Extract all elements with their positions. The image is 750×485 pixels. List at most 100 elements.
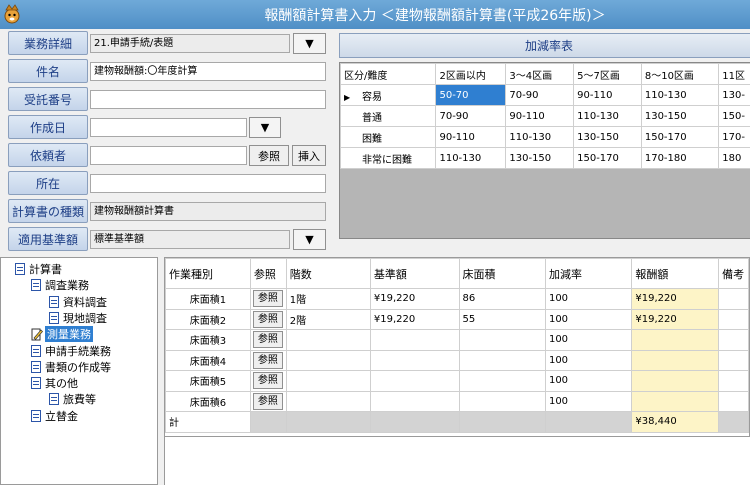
remarks-cell[interactable]	[718, 308, 749, 330]
rate-cell[interactable]: 180	[718, 147, 750, 169]
remarks-cell[interactable]	[718, 390, 749, 412]
rate-header-cell: 8～10区画	[640, 63, 720, 85]
business-detail-dropdown-button[interactable]: ▼	[293, 33, 326, 54]
work-header-cell: 報酬額	[631, 258, 720, 289]
base-amount-cell[interactable]	[369, 370, 460, 392]
rate-row-label-cell[interactable]: 普通	[340, 105, 437, 127]
rate-table-row[interactable]: 困難 90-110 110-130 130-150 150-170 170-	[340, 126, 750, 148]
remarks-cell[interactable]	[718, 288, 749, 310]
rate-cell[interactable]: 90-110	[505, 105, 575, 127]
tree-item[interactable]: 立替金	[31, 408, 78, 424]
rate-cell[interactable]: 110-130	[435, 147, 507, 169]
rate-cell[interactable]: 90-110	[435, 126, 507, 148]
base-amount-cell[interactable]: ¥19,220	[369, 308, 460, 330]
floor-area-cell[interactable]	[458, 349, 546, 371]
rate-cell[interactable]: 100	[544, 390, 633, 412]
rate-cell[interactable]: 130-150	[505, 147, 575, 169]
case-name-field[interactable]: 建物報酬額:〇年度計算	[90, 62, 326, 81]
floor-area-cell[interactable]: 55	[458, 308, 546, 330]
location-field[interactable]	[90, 174, 326, 193]
work-header-cell: 床面積	[458, 258, 546, 289]
rate-cell[interactable]: 150-170	[573, 147, 642, 169]
client-insert-button[interactable]: 挿入	[292, 145, 326, 166]
tree-item[interactable]: 測量業務	[31, 326, 93, 343]
work-grid-header-row: 作業種別 参照 階数 基準額 床面積 加減率 報酬額 備考	[165, 258, 749, 289]
standard-field[interactable]: 標準基準額	[90, 230, 290, 249]
document-icon	[31, 344, 41, 357]
tree-item[interactable]: 計算書	[15, 261, 62, 277]
tree-item[interactable]: 現地調査	[49, 310, 107, 326]
rate-cell[interactable]: 170-180	[640, 147, 720, 169]
rate-table-row[interactable]: ▶ 容易 50-70 70-90 90-110 110-130 130-	[340, 84, 750, 106]
created-date-field[interactable]	[90, 118, 247, 137]
tree-item[interactable]: 調査業務	[31, 277, 89, 293]
floor-area-cell[interactable]	[458, 329, 546, 351]
receipt-no-field[interactable]	[90, 90, 326, 109]
tree-item[interactable]: 資料調査	[49, 294, 107, 310]
rate-cell[interactable]: 150-170	[640, 126, 720, 148]
rate-row-label-cell[interactable]: 困難	[340, 126, 437, 148]
base-amount-cell[interactable]: ¥19,220	[369, 288, 460, 310]
client-field[interactable]	[90, 146, 247, 165]
rate-cell[interactable]: 130-	[718, 84, 750, 106]
work-type-cell: 床面積2	[165, 308, 251, 330]
base-amount-cell[interactable]	[369, 349, 460, 371]
rate-cell[interactable]: 110-130	[573, 105, 642, 127]
client-reference-button[interactable]: 参照	[249, 145, 289, 166]
floors-cell[interactable]	[285, 370, 371, 392]
reference-button[interactable]: 参照	[252, 331, 283, 349]
remarks-cell[interactable]	[718, 349, 749, 371]
rate-row-label-cell[interactable]: ▶ 容易	[340, 84, 437, 106]
tree-item[interactable]: 申請手続業務	[31, 343, 111, 359]
floors-cell[interactable]: 2階	[285, 308, 371, 330]
remarks-cell[interactable]	[718, 370, 749, 392]
floors-cell[interactable]	[285, 329, 371, 351]
base-amount-cell[interactable]	[369, 390, 460, 412]
created-date-dropdown-button[interactable]: ▼	[249, 117, 281, 138]
rate-cell[interactable]: 50-70	[435, 84, 507, 106]
business-detail-field[interactable]: 21.申請手続/表題	[90, 34, 290, 53]
rate-cell[interactable]: 100	[544, 370, 633, 392]
rate-cell[interactable]: 100	[544, 349, 633, 371]
rate-cell[interactable]: 130-150	[640, 105, 720, 127]
rate-cell[interactable]: 150-	[718, 105, 750, 127]
rate-table-row[interactable]: 非常に困難 110-130 130-150 150-170 170-180 180	[340, 147, 750, 169]
tree-item[interactable]: 其の他	[31, 375, 78, 391]
rate-cell[interactable]: 130-150	[573, 126, 642, 148]
floor-area-cell[interactable]	[458, 390, 546, 412]
rate-row-name: 非常に困難	[362, 154, 412, 166]
rate-row-label-cell[interactable]: 非常に困難	[340, 147, 437, 169]
rate-cell[interactable]: 100	[544, 329, 633, 351]
rate-table-row[interactable]: 普通 70-90 90-110 110-130 130-150 150-	[340, 105, 750, 127]
floors-cell[interactable]: 1階	[285, 288, 371, 310]
row-pointer-icon: ▶	[344, 92, 351, 102]
reference-button[interactable]: 参照	[252, 351, 283, 369]
reference-button[interactable]: 参照	[252, 310, 283, 328]
rate-cell[interactable]: 100	[544, 308, 633, 330]
standard-dropdown-button[interactable]: ▼	[293, 229, 326, 250]
rate-table-title: 加減率表	[339, 33, 750, 58]
tree-item[interactable]: 書類の作成等	[31, 359, 111, 375]
tree-item[interactable]: 旅費等	[49, 391, 96, 407]
rate-header-cell: 2区画以内	[435, 63, 507, 85]
rate-cell[interactable]: 110-130	[640, 84, 720, 106]
reference-cell: 参照	[249, 329, 287, 351]
reference-button[interactable]: 参照	[252, 290, 283, 308]
rate-cell[interactable]: 70-90	[435, 105, 507, 127]
floors-cell[interactable]	[285, 390, 371, 412]
floors-cell[interactable]	[285, 349, 371, 371]
rate-cell[interactable]: 170-	[718, 126, 750, 148]
floor-area-cell[interactable]: 86	[458, 288, 546, 310]
work-type-cell: 床面積5	[165, 370, 251, 392]
floor-area-cell[interactable]	[458, 370, 546, 392]
rate-cell[interactable]: 70-90	[505, 84, 575, 106]
reference-button[interactable]: 参照	[252, 372, 283, 390]
case-name-label: 件名	[8, 59, 88, 83]
reference-button[interactable]: 参照	[252, 392, 283, 410]
table-row: 床面積4 参照 100	[165, 349, 749, 371]
remarks-cell[interactable]	[718, 329, 749, 351]
rate-cell[interactable]: 90-110	[573, 84, 642, 106]
base-amount-cell[interactable]	[369, 329, 460, 351]
rate-cell[interactable]: 110-130	[505, 126, 575, 148]
rate-cell[interactable]: 100	[544, 288, 633, 310]
